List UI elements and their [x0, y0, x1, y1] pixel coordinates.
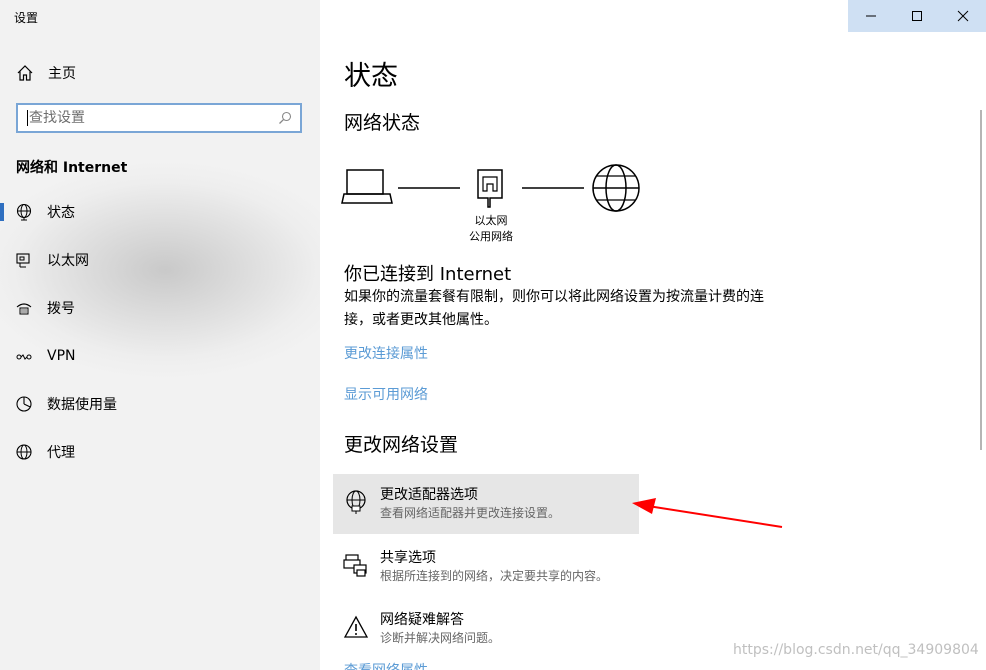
ethernet-adapter-icon: [477, 169, 503, 208]
change-adapter-options[interactable]: 更改适配器选项 查看网络适配器并更改连接设置。: [333, 474, 639, 534]
connected-title: 你已连接到 Internet: [344, 264, 512, 285]
sidebar-item-proxy[interactable]: 代理: [0, 430, 320, 474]
minimize-button[interactable]: [848, 0, 894, 32]
dialup-icon: [15, 299, 33, 317]
maximize-button[interactable]: [894, 0, 940, 32]
globe-icon: [15, 203, 33, 221]
sidebar-item-label: 拨号: [47, 301, 75, 317]
sharing-printer-icon: [343, 554, 367, 577]
scrollbar[interactable]: [980, 110, 982, 450]
window-controls: [848, 0, 986, 32]
option-title: 网络疑难解答: [380, 612, 464, 628]
sidebar-item-dialup[interactable]: 拨号: [0, 286, 320, 330]
search-input[interactable]: [28, 110, 278, 126]
connected-description: 如果你的流量套餐有限制，则你可以将此网络设置为按流量计费的连接，或者更改其他属性…: [344, 289, 764, 328]
sidebar-item-label: 状态: [47, 205, 75, 221]
change-connection-properties-link[interactable]: 更改连接属性: [344, 343, 428, 363]
sidebar-item-label: VPN: [47, 348, 76, 364]
app-title: 设置: [14, 11, 39, 25]
network-troubleshooter[interactable]: 网络疑难解答 诊断并解决网络问题。: [333, 599, 639, 659]
page-title: 状态: [344, 61, 398, 92]
option-description: 诊断并解决网络问题。: [380, 631, 501, 645]
section-title: 网络和 Internet: [16, 160, 128, 176]
sidebar-item-label: 数据使用量: [47, 397, 117, 413]
maximize-icon: [912, 11, 922, 21]
option-description: 根据所连接到的网络，决定要共享的内容。: [380, 569, 609, 583]
network-status-heading: 网络状态: [344, 112, 421, 134]
close-button[interactable]: [940, 0, 986, 32]
sidebar-item-label: 代理: [47, 445, 75, 461]
ethernet-icon: [15, 251, 33, 269]
data-usage-icon: [15, 395, 33, 413]
globe-icon: [592, 164, 640, 212]
sidebar-item-home[interactable]: 主页: [16, 62, 76, 84]
adapter-name-label: 以太网: [474, 214, 508, 227]
option-title: 共享选项: [380, 550, 436, 566]
sidebar-item-vpn[interactable]: VPN: [0, 334, 320, 378]
search-box[interactable]: [16, 103, 302, 133]
globe-icon: [15, 443, 33, 461]
minimize-icon: [866, 15, 876, 17]
home-icon: [17, 65, 33, 81]
adapter-globe-icon: [346, 490, 366, 514]
sidebar-item-label: 主页: [48, 66, 76, 82]
change-settings-heading: 更改网络设置: [344, 434, 459, 456]
sidebar-item-ethernet[interactable]: 以太网: [0, 238, 320, 282]
sharing-options[interactable]: 共享选项 根据所连接到的网络，决定要共享的内容。: [333, 537, 639, 597]
vpn-icon: [15, 347, 33, 365]
option-description: 查看网络适配器并更改连接设置。: [380, 506, 561, 520]
close-icon: [957, 10, 969, 22]
annotation-arrow: [632, 498, 783, 528]
laptop-icon: [341, 169, 393, 204]
sidebar: 设置 主页 网络和 Internet 状态 以太网 拨号: [0, 0, 320, 670]
search-icon[interactable]: [278, 111, 292, 125]
sidebar-item-label: 以太网: [47, 253, 89, 269]
view-network-properties-link[interactable]: 查看网络属性: [344, 660, 464, 670]
watermark: https://blog.csdn.net/qq_34909804: [733, 642, 979, 658]
warning-icon: [343, 615, 369, 638]
sidebar-item-status[interactable]: 状态: [0, 190, 320, 234]
sidebar-item-data-usage[interactable]: 数据使用量: [0, 382, 320, 426]
option-title: 更改适配器选项: [380, 487, 478, 503]
show-available-networks-link[interactable]: 显示可用网络: [344, 384, 428, 404]
network-type-label: 公用网络: [469, 230, 513, 243]
